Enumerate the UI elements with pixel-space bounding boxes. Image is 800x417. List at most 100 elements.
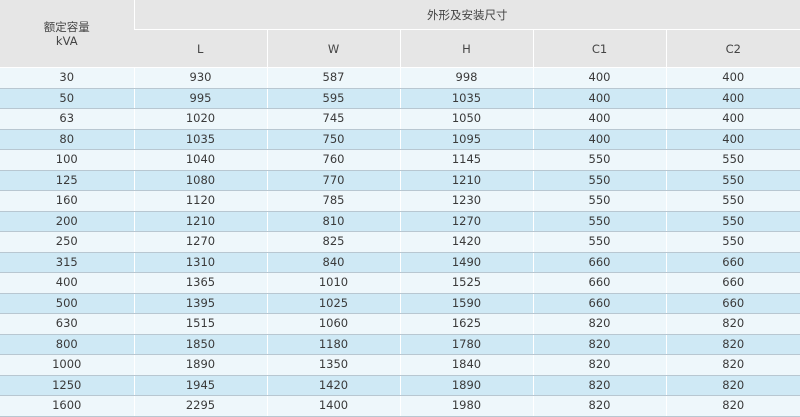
c1-cell: 550 <box>532 190 666 212</box>
table-header: 额定容量 kVA 外形及安装尺寸 L W H C1 C2 <box>0 0 800 68</box>
capacity-cell: 800 <box>0 334 134 355</box>
h-cell: 1625 <box>399 313 533 335</box>
c2-cell: 820 <box>665 334 800 355</box>
c1-cell: 550 <box>532 211 666 232</box>
l-cell: 1890 <box>133 354 267 376</box>
table-row: 250 1270 825 1420 550 550 <box>0 231 800 253</box>
c2-cell: 550 <box>665 190 800 212</box>
c1-cell: 550 <box>532 170 666 191</box>
c2-cell: 400 <box>665 88 800 109</box>
table-row: 1600 2295 1400 1980 820 820 <box>0 395 800 417</box>
capacity-cell: 315 <box>0 252 134 273</box>
capacity-cell: 1600 <box>0 395 134 417</box>
capacity-cell: 30 <box>0 67 134 89</box>
w-cell: 760 <box>266 149 400 171</box>
table-row: 200 1210 810 1270 550 550 <box>0 211 800 232</box>
c1-cell: 820 <box>532 354 666 376</box>
table-row: 63 1020 745 1050 400 400 <box>0 108 800 130</box>
l-cell: 1210 <box>133 211 267 232</box>
column-header-h: H <box>399 29 533 68</box>
w-cell: 587 <box>266 67 400 89</box>
table-row: 30 930 587 998 400 400 <box>0 67 800 89</box>
table-row: 630 1515 1060 1625 820 820 <box>0 313 800 335</box>
w-cell: 1400 <box>266 395 400 417</box>
capacity-cell: 125 <box>0 170 134 191</box>
w-cell: 750 <box>266 129 400 150</box>
h-cell: 1840 <box>399 354 533 376</box>
table-row: 315 1310 840 1490 660 660 <box>0 252 800 273</box>
c1-cell: 820 <box>532 334 666 355</box>
w-cell: 770 <box>266 170 400 191</box>
c2-cell: 400 <box>665 108 800 130</box>
w-cell: 810 <box>266 211 400 232</box>
c2-cell: 820 <box>665 395 800 417</box>
l-cell: 995 <box>133 88 267 109</box>
table-row: 100 1040 760 1145 550 550 <box>0 149 800 171</box>
w-cell: 1180 <box>266 334 400 355</box>
c2-cell: 550 <box>665 170 800 191</box>
c1-cell: 550 <box>532 149 666 171</box>
c2-cell: 820 <box>665 313 800 335</box>
h-cell: 1490 <box>399 252 533 273</box>
l-cell: 1080 <box>133 170 267 191</box>
c1-cell: 400 <box>532 88 666 109</box>
column-header-w: W <box>266 29 400 68</box>
c2-cell: 400 <box>665 67 800 89</box>
l-cell: 1310 <box>133 252 267 273</box>
w-cell: 825 <box>266 231 400 253</box>
l-cell: 1365 <box>133 272 267 294</box>
capacity-cell: 1250 <box>0 375 134 396</box>
capacity-cell: 200 <box>0 211 134 232</box>
c1-cell: 820 <box>532 375 666 396</box>
c2-cell: 400 <box>665 129 800 150</box>
w-cell: 840 <box>266 252 400 273</box>
c2-cell: 820 <box>665 354 800 376</box>
l-cell: 1945 <box>133 375 267 396</box>
table-row: 125 1080 770 1210 550 550 <box>0 170 800 191</box>
l-cell: 1270 <box>133 231 267 253</box>
rated-capacity-header: 额定容量 kVA <box>0 0 134 68</box>
capacity-cell: 1000 <box>0 354 134 376</box>
c2-cell: 550 <box>665 211 800 232</box>
table-body: 30 930 587 998 400 400 50 995 595 1035 400 400 63 102… <box>0 67 800 417</box>
l-cell: 930 <box>133 67 267 89</box>
w-cell: 785 <box>266 190 400 212</box>
capacity-cell: 100 <box>0 149 134 171</box>
table-row: 1250 1945 1420 1890 820 820 <box>0 375 800 396</box>
w-cell: 1025 <box>266 293 400 314</box>
table-row: 160 1120 785 1230 550 550 <box>0 190 800 212</box>
capacity-cell: 160 <box>0 190 134 212</box>
table-row: 400 1365 1010 1525 660 660 <box>0 272 800 294</box>
c2-cell: 660 <box>665 272 800 294</box>
c1-cell: 660 <box>532 272 666 294</box>
l-cell: 2295 <box>133 395 267 417</box>
h-cell: 1210 <box>399 170 533 191</box>
w-cell: 1350 <box>266 354 400 376</box>
h-cell: 1145 <box>399 149 533 171</box>
c1-cell: 400 <box>532 67 666 89</box>
c1-cell: 400 <box>532 108 666 130</box>
capacity-cell: 50 <box>0 88 134 109</box>
h-cell: 1050 <box>399 108 533 130</box>
c1-cell: 820 <box>532 395 666 417</box>
w-cell: 595 <box>266 88 400 109</box>
l-cell: 1395 <box>133 293 267 314</box>
table-row: 500 1395 1025 1590 660 660 <box>0 293 800 314</box>
h-cell: 1035 <box>399 88 533 109</box>
l-cell: 1120 <box>133 190 267 212</box>
h-cell: 1270 <box>399 211 533 232</box>
c1-cell: 400 <box>532 129 666 150</box>
column-header-l: L <box>134 29 267 68</box>
c2-cell: 660 <box>665 252 800 273</box>
table-row: 1000 1890 1350 1840 820 820 <box>0 354 800 376</box>
h-cell: 1590 <box>399 293 533 314</box>
l-cell: 1850 <box>133 334 267 355</box>
w-cell: 1060 <box>266 313 400 335</box>
c2-cell: 660 <box>665 293 800 314</box>
h-cell: 1890 <box>399 375 533 396</box>
h-cell: 1095 <box>399 129 533 150</box>
capacity-cell: 250 <box>0 231 134 253</box>
capacity-cell: 630 <box>0 313 134 335</box>
dimensions-group-header: 外形及安装尺寸 <box>133 0 800 30</box>
c2-cell: 820 <box>665 375 800 396</box>
